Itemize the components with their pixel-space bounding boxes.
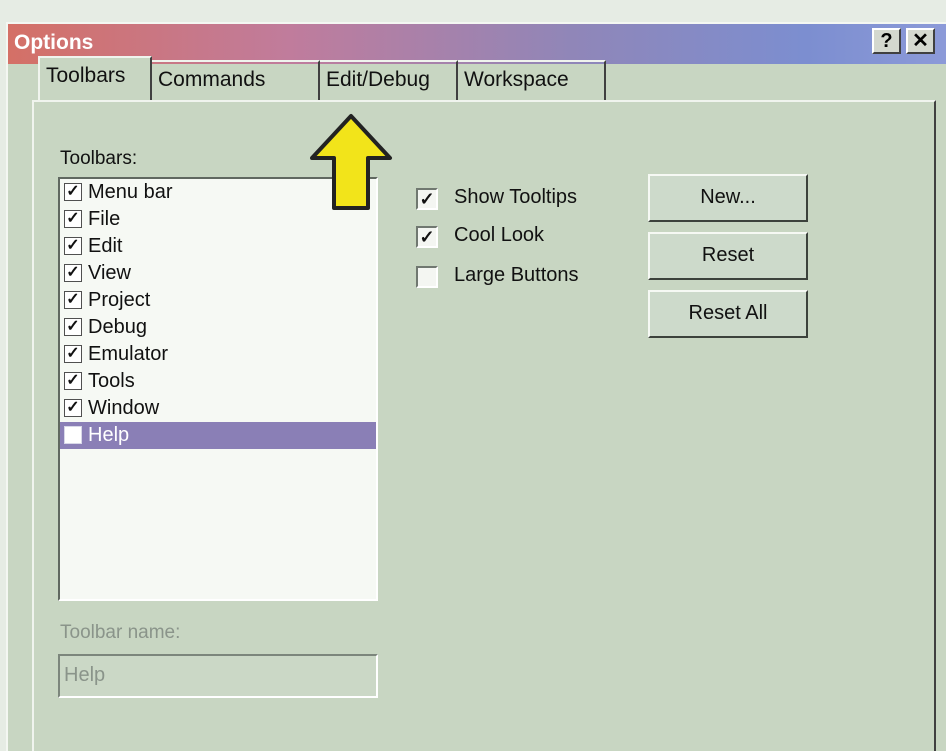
checkbox[interactable]: ✓ (64, 345, 82, 363)
large-buttons-label: Large Buttons (454, 264, 579, 286)
checkbox[interactable]: ✓ (64, 318, 82, 336)
list-item[interactable]: ✓ Window (60, 395, 376, 422)
large-buttons-checkbox[interactable] (416, 266, 438, 288)
list-item-label: Tools (88, 370, 135, 392)
window-title: Options (14, 31, 94, 54)
close-button[interactable]: ✕ (906, 28, 935, 54)
list-item-label: Edit (88, 235, 123, 257)
checkbox[interactable]: ✓ (64, 210, 82, 228)
up-arrow-icon (310, 114, 392, 210)
cool-look-label: Cool Look (454, 224, 545, 246)
show-tooltips-label: Show Tooltips (454, 186, 578, 208)
list-item-label: Window (88, 397, 160, 419)
checkbox[interactable]: ✓ (64, 291, 82, 309)
tab-edit-debug[interactable]: Edit/Debug (320, 60, 458, 100)
reset-all-button[interactable]: Reset All (648, 290, 808, 338)
help-button[interactable]: ? (872, 28, 901, 54)
list-item[interactable]: ✓ Edit (60, 233, 376, 260)
new-button[interactable]: New... (648, 174, 808, 222)
list-item-label: Menu bar (88, 181, 173, 203)
toolbars-listbox[interactable]: ✓ Menu bar ✓ File ✓ Edit ✓ View ✓ Project ✓ De… (58, 177, 378, 601)
help-icon: ? (880, 30, 893, 52)
cool-look-checkbox[interactable]: ✓ (416, 226, 438, 248)
list-item[interactable]: Help (60, 422, 376, 449)
toolbars-label: Toolbars: (60, 148, 138, 169)
list-item[interactable]: ✓ Debug (60, 314, 376, 341)
tab-workspace[interactable]: Workspace (458, 60, 606, 100)
arrow-shape (310, 114, 392, 210)
checkbox[interactable]: ✓ (64, 237, 82, 255)
list-item[interactable]: ✓ Emulator (60, 341, 376, 368)
list-item-label: File (88, 208, 121, 230)
tab-toolbars[interactable]: Toolbars (38, 56, 152, 102)
list-item[interactable]: ✓ Tools (60, 368, 376, 395)
toolbar-name-label: Toolbar name: (60, 622, 181, 643)
close-icon: ✕ (912, 30, 929, 52)
checkbox[interactable]: ✓ (64, 183, 82, 201)
list-item-label: Emulator (88, 343, 169, 365)
checkbox[interactable]: ✓ (64, 264, 82, 282)
list-item[interactable]: ✓ View (60, 260, 376, 287)
list-item-label: Debug (88, 316, 147, 338)
show-tooltips-checkbox[interactable]: ✓ (416, 188, 438, 210)
checkbox[interactable]: ✓ (64, 399, 82, 417)
reset-button[interactable]: Reset (648, 232, 808, 280)
checkbox[interactable]: ✓ (64, 372, 82, 390)
list-item[interactable]: ✓ Project (60, 287, 376, 314)
checkbox[interactable] (64, 426, 82, 444)
list-item-label: Project (88, 289, 151, 311)
list-item-label: Help (88, 424, 130, 446)
list-item-label: View (88, 262, 131, 284)
toolbar-name-input[interactable]: Help (58, 654, 378, 698)
tab-commands[interactable]: Commands (152, 60, 320, 100)
